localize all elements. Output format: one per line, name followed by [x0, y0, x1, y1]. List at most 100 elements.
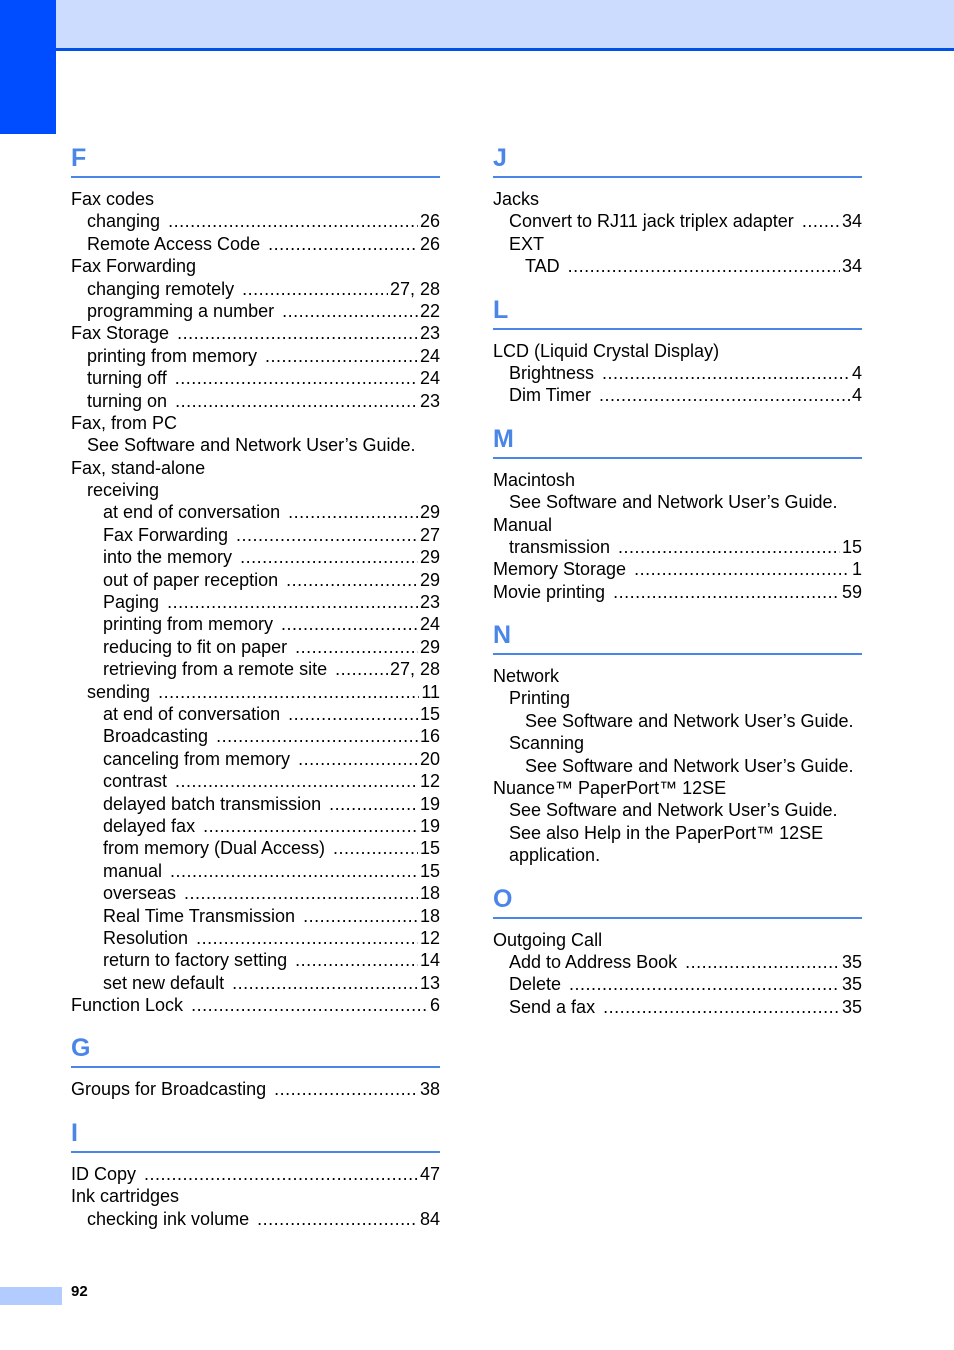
- page-reference-link[interactable]: 29: [420, 569, 440, 591]
- dot-leader: [634, 558, 850, 580]
- index-entry[interactable]: changing 26: [71, 210, 440, 232]
- index-entry[interactable]: Paging 23: [71, 591, 440, 613]
- index-entry[interactable]: Dim Timer 4: [493, 384, 862, 406]
- index-entry[interactable]: TAD 34: [493, 255, 862, 277]
- index-term: Broadcasting: [103, 726, 209, 747]
- index-entry[interactable]: canceling from memory 20: [71, 748, 440, 770]
- page-reference-link[interactable]: 16: [420, 725, 440, 747]
- page-reference-link[interactable]: 47: [420, 1163, 440, 1185]
- index-entry[interactable]: Fax Storage 23: [71, 322, 440, 344]
- index-entry[interactable]: Memory Storage 1: [493, 558, 862, 580]
- index-entry[interactable]: transmission 15: [493, 536, 862, 558]
- page-reference-link[interactable]: 18: [420, 882, 440, 904]
- index-entry[interactable]: set new default 13: [71, 972, 440, 994]
- page-reference-link[interactable]: 15: [420, 703, 440, 725]
- page-reference-link[interactable]: 29: [420, 636, 440, 658]
- page-reference-link[interactable]: 24: [420, 613, 440, 635]
- index-entry[interactable]: at end of conversation 29: [71, 501, 440, 523]
- index-entry[interactable]: printing from memory 24: [71, 613, 440, 635]
- index-entry[interactable]: checking ink volume 84: [71, 1208, 440, 1230]
- page-reference-link[interactable]: 15: [420, 837, 440, 859]
- index-entry[interactable]: Add to Address Book 35: [493, 951, 862, 973]
- page-reference-link[interactable]: 13: [420, 972, 440, 994]
- page-reference-link[interactable]: 35: [842, 951, 862, 973]
- index-entry[interactable]: at end of conversation 15: [71, 703, 440, 725]
- index-entry[interactable]: Fax Forwarding 27: [71, 524, 440, 546]
- index-entry[interactable]: printing from memory 24: [71, 345, 440, 367]
- page-reference-link[interactable]: 26: [420, 233, 440, 255]
- index-entry[interactable]: Movie printing 59: [493, 581, 862, 603]
- index-entry[interactable]: manual 15: [71, 860, 440, 882]
- index-entry[interactable]: overseas 18: [71, 882, 440, 904]
- index-entry[interactable]: sending 11: [71, 681, 440, 703]
- page-reference-link[interactable]: 11: [421, 681, 440, 703]
- page-reference-link[interactable]: 84: [420, 1208, 440, 1230]
- page-reference-link[interactable]: 29: [420, 546, 440, 568]
- page-reference-link[interactable]: 34: [842, 255, 862, 277]
- page-reference-link[interactable]: 19: [420, 815, 440, 837]
- page-reference-link[interactable]: 6: [430, 994, 440, 1016]
- index-entry[interactable]: changing remotely 27, 28: [71, 278, 440, 300]
- page-reference-link[interactable]: 4: [852, 362, 862, 384]
- page-reference-link[interactable]: 19: [420, 793, 440, 815]
- index-entry[interactable]: turning off 24: [71, 367, 440, 389]
- index-entry[interactable]: retrieving from a remote site 27, 28: [71, 658, 440, 680]
- index-term: Brightness: [509, 362, 595, 383]
- index-entry[interactable]: reducing to fit on paper 29: [71, 636, 440, 658]
- index-entry[interactable]: into the memory 29: [71, 546, 440, 568]
- page-reference-link[interactable]: 22: [420, 300, 440, 322]
- page-reference-link[interactable]: 15: [842, 536, 862, 558]
- index-entry[interactable]: Real Time Transmission 18: [71, 905, 440, 927]
- page-reference-link[interactable]: 20: [420, 748, 440, 770]
- page-reference-link[interactable]: 15: [420, 860, 440, 882]
- page-reference-link[interactable]: 59: [842, 581, 862, 603]
- index-term: See Software and Network User’s Guide.: [509, 800, 838, 821]
- index-entry[interactable]: Broadcasting 16: [71, 725, 440, 747]
- page-reference-link[interactable]: 38: [420, 1078, 440, 1100]
- index-entry[interactable]: return to factory setting 14: [71, 949, 440, 971]
- index-entry: Manual: [493, 514, 862, 536]
- index-entry[interactable]: delayed fax 19: [71, 815, 440, 837]
- index-entry[interactable]: Delete 35: [493, 973, 862, 995]
- index-entry[interactable]: programming a number 22: [71, 300, 440, 322]
- page-reference-link[interactable]: 29: [420, 501, 440, 523]
- dot-leader: [286, 569, 418, 591]
- page-reference-link[interactable]: 26: [420, 210, 440, 232]
- page-reference-link[interactable]: 1: [852, 558, 862, 580]
- index-entry[interactable]: Resolution 12: [71, 927, 440, 949]
- index-term: Memory Storage: [493, 559, 627, 580]
- dot-leader: [303, 905, 418, 927]
- index-entry[interactable]: Groups for Broadcasting 38: [71, 1078, 440, 1100]
- index-entry[interactable]: Remote Access Code 26: [71, 233, 440, 255]
- index-entry[interactable]: Send a fax 35: [493, 996, 862, 1018]
- page-reference-link[interactable]: 18: [420, 905, 440, 927]
- index-entry[interactable]: Brightness 4: [493, 362, 862, 384]
- page-reference-link[interactable]: 34: [842, 210, 862, 232]
- page-reference-link[interactable]: 27, 28: [390, 658, 440, 680]
- index-entry[interactable]: turning on 23: [71, 390, 440, 412]
- page-reference-link[interactable]: 23: [420, 591, 440, 613]
- index-entry[interactable]: out of paper reception 29: [71, 569, 440, 591]
- page-reference-link[interactable]: 14: [420, 949, 440, 971]
- page-reference-link[interactable]: 12: [420, 927, 440, 949]
- index-entry: Ink cartridges: [71, 1185, 440, 1207]
- page-reference-link[interactable]: 35: [842, 996, 862, 1018]
- index-entry[interactable]: delayed batch transmission 19: [71, 793, 440, 815]
- page-reference-link[interactable]: 12: [420, 770, 440, 792]
- index-entry[interactable]: contrast 12: [71, 770, 440, 792]
- page-reference-link[interactable]: 24: [420, 367, 440, 389]
- page-reference-link[interactable]: 35: [842, 973, 862, 995]
- page-reference-link[interactable]: 27: [420, 524, 440, 546]
- index-entry: Fax, stand-alone: [71, 457, 440, 479]
- page-reference-link[interactable]: 23: [420, 390, 440, 412]
- index-entry[interactable]: Function Lock 6: [71, 994, 440, 1016]
- index-entry[interactable]: from memory (Dual Access) 15: [71, 837, 440, 859]
- dot-leader: [158, 681, 419, 703]
- page-reference-link[interactable]: 23: [420, 322, 440, 344]
- page-reference-link[interactable]: 27, 28: [390, 278, 440, 300]
- index-entry[interactable]: ID Copy 47: [71, 1163, 440, 1185]
- page-reference-link[interactable]: 4: [852, 384, 862, 406]
- page-reference-link[interactable]: 24: [420, 345, 440, 367]
- index-entry[interactable]: Convert to RJ11 jack triplex adapter 34: [493, 210, 862, 232]
